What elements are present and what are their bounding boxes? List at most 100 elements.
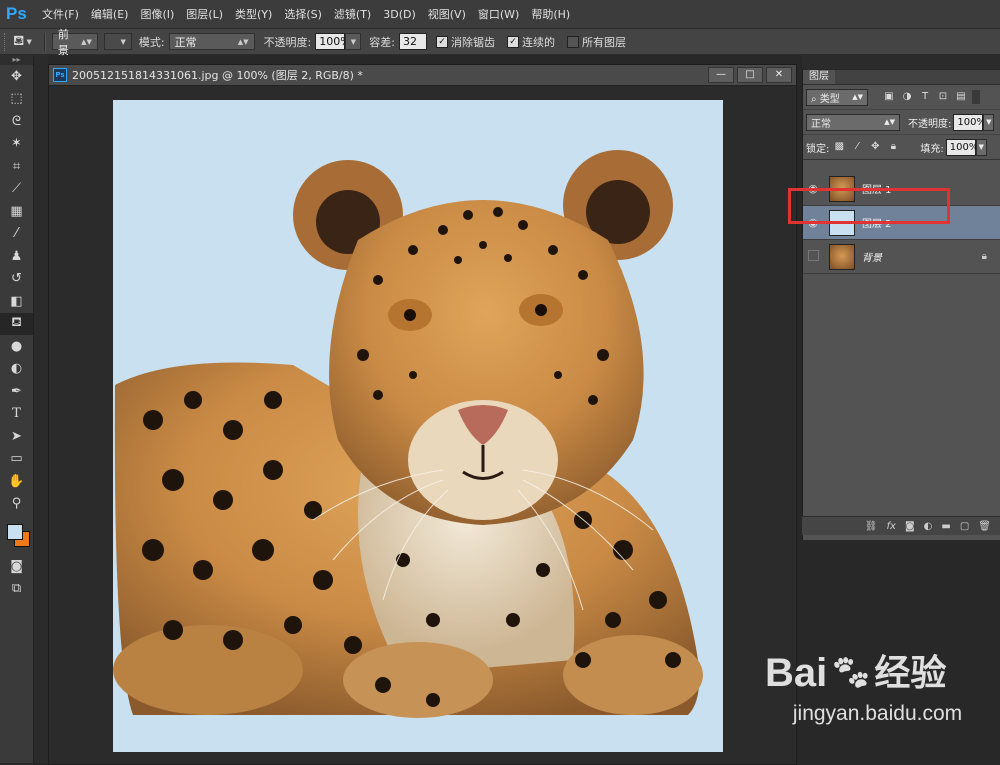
color-swatches	[0, 515, 33, 555]
zoom-tool-icon[interactable]: ⚲	[0, 493, 33, 516]
dropdown-arrow-icon: ▲▼	[237, 37, 249, 46]
antialias-checkbox[interactable]: ✓	[436, 35, 448, 48]
antialias-label: 消除锯齿	[451, 35, 495, 49]
foreground-color-swatch[interactable]	[7, 524, 23, 540]
fill-source-dropdown[interactable]: 前景 ▲▼	[51, 28, 98, 57]
layer-kind-filter[interactable]: ⌕ 类型 ▲▼	[806, 88, 868, 106]
lock-position-icon[interactable]: ✥	[868, 140, 882, 154]
filter-smart-object-icon[interactable]: ▤	[954, 90, 968, 104]
hand-tool-icon[interactable]: ✋	[0, 470, 33, 493]
collapse-arrows-icon[interactable]: ▸▸	[0, 55, 33, 65]
paint-bucket-tool-icon[interactable]: ⛾	[0, 312, 33, 335]
quick-mask-icon[interactable]: ◙	[0, 555, 33, 578]
tool-preset-arrow-icon[interactable]: ▼	[26, 38, 31, 46]
dropdown-arrow-icon: ▲▼	[852, 93, 863, 101]
fx-icon[interactable]: fx	[887, 521, 896, 532]
new-group-icon[interactable]: ▬	[941, 521, 950, 532]
maximize-button[interactable]: □	[737, 67, 763, 83]
layer-opacity-field[interactable]: 100%	[953, 113, 986, 131]
options-grip[interactable]	[4, 32, 8, 51]
shape-tool-icon[interactable]: ▭	[0, 448, 33, 471]
filter-shape-icon[interactable]: ⊡	[936, 90, 950, 104]
new-layer-icon[interactable]: ▢	[960, 521, 969, 532]
document-tab[interactable]: Ps 200512151814331061.jpg @ 100% (图层 2, …	[49, 65, 796, 86]
clone-stamp-icon[interactable]: ♟	[0, 245, 33, 268]
document-title: 200512151814331061.jpg @ 100% (图层 2, RGB…	[72, 69, 363, 82]
layer-opacity-slider-toggle[interactable]: ▼	[983, 113, 995, 131]
filter-toggle[interactable]	[972, 90, 980, 104]
dodge-tool-icon[interactable]: ◐	[0, 358, 33, 381]
lock-image-icon[interactable]: ⁄	[850, 140, 864, 154]
opacity-slider-toggle[interactable]: ▼	[345, 33, 362, 50]
history-brush-icon[interactable]: ↺	[0, 268, 33, 291]
all-layers-checkbox[interactable]	[567, 35, 579, 48]
panel-dock-header	[802, 55, 1000, 69]
layer-row-background[interactable]: 背景 🔒︎	[803, 240, 1000, 274]
leopard-image	[113, 150, 703, 718]
path-selection-icon[interactable]: ➤	[0, 425, 33, 448]
menu-file[interactable]: 文件(F)	[42, 6, 79, 22]
highlight-box	[788, 188, 950, 224]
menu-select[interactable]: 选择(S)	[284, 6, 322, 22]
menu-image[interactable]: 图像(I)	[140, 6, 174, 22]
canvas[interactable]	[113, 100, 723, 752]
eraser-icon[interactable]: ◧	[0, 290, 33, 313]
screen-mode-icon[interactable]: ⧉	[0, 578, 33, 601]
filter-type-icon[interactable]: T	[918, 90, 932, 104]
ps-document-icon: Ps	[53, 68, 67, 82]
dropdown-arrow-icon: ▼	[120, 37, 126, 46]
filter-pixel-icon[interactable]: ▣	[882, 90, 896, 104]
healing-brush-icon[interactable]: ▦	[0, 200, 33, 223]
menu-help[interactable]: 帮助(H)	[531, 6, 570, 22]
minimize-button[interactable]: —	[708, 67, 734, 83]
tools-panel: ▸▸ ✥ ⬚ ᘓ ✶ ⌗ ⟋ ▦ ⁄ ♟ ↺ ◧ ⛾ ● ◐ ✒ T ➤ ▭ ✋…	[0, 55, 34, 763]
contiguous-checkbox[interactable]: ✓	[507, 35, 519, 48]
pattern-picker[interactable]: ▼	[103, 33, 132, 50]
marquee-tool-icon[interactable]: ⬚	[0, 88, 33, 111]
lock-icon: 🔒︎	[981, 251, 987, 262]
eyedropper-icon[interactable]: ⟋	[0, 178, 33, 201]
paint-bucket-icon[interactable]: ⛾	[13, 33, 24, 51]
fill-field[interactable]: 100%	[945, 138, 978, 156]
chevron-down-icon: ▼	[978, 143, 984, 151]
filter-adjustment-icon[interactable]: ◑	[900, 90, 914, 104]
lasso-tool-icon[interactable]: ᘓ	[0, 110, 33, 133]
photoshop-logo: Ps	[6, 4, 27, 23]
visibility-toggle[interactable]	[803, 250, 823, 264]
delete-layer-icon[interactable]: 🗑︎	[978, 521, 991, 532]
move-tool-icon[interactable]: ✥	[0, 65, 33, 88]
link-layers-icon[interactable]: ⛓	[865, 521, 878, 532]
search-icon: ⌕	[811, 93, 817, 105]
blur-tool-icon[interactable]: ●	[0, 335, 33, 358]
menu-edit[interactable]: 编辑(E)	[91, 6, 129, 22]
lock-all-icon[interactable]: 🔒︎	[886, 140, 900, 154]
blend-mode-dropdown[interactable]: 正常 ▲▼	[806, 113, 900, 131]
contiguous-label: 连续的	[522, 35, 555, 49]
lock-label: 锁定:	[806, 143, 830, 155]
menu-layer[interactable]: 图层(L)	[186, 6, 223, 22]
tolerance-field[interactable]: 32	[399, 33, 427, 50]
brush-tool-icon[interactable]: ⁄	[0, 223, 33, 246]
menu-type[interactable]: 类型(Y)	[235, 6, 272, 22]
close-button[interactable]: ✕	[766, 67, 792, 83]
menu-view[interactable]: 视图(V)	[428, 6, 466, 22]
type-tool-icon[interactable]: T	[0, 403, 33, 426]
tab-layers[interactable]: 图层	[803, 70, 835, 84]
chevron-down-icon: ▼	[986, 118, 992, 126]
lock-transparent-icon[interactable]: ▩	[832, 140, 846, 154]
menu-filter[interactable]: 滤镜(T)	[334, 6, 371, 22]
magic-wand-icon[interactable]: ✶	[0, 133, 33, 156]
menu-window[interactable]: 窗口(W)	[478, 6, 519, 22]
mode-label: 模式:	[138, 35, 165, 49]
add-mask-icon[interactable]: ◙	[905, 521, 915, 532]
crop-tool-icon[interactable]: ⌗	[0, 155, 33, 178]
layer-name[interactable]: 背景	[862, 249, 882, 264]
panel-gutter	[34, 55, 48, 763]
opacity-field[interactable]: 100%	[315, 33, 351, 50]
adjustment-layer-icon[interactable]: ◐	[924, 521, 933, 532]
menu-3d[interactable]: 3D(D)	[383, 8, 416, 21]
fill-slider-toggle[interactable]: ▼	[975, 138, 987, 156]
mode-dropdown[interactable]: 正常 ▲▼	[168, 33, 255, 50]
menu-bar: Ps 文件(F) 编辑(E) 图像(I) 图层(L) 类型(Y) 选择(S) 滤…	[0, 0, 1000, 29]
pen-tool-icon[interactable]: ✒	[0, 380, 33, 403]
